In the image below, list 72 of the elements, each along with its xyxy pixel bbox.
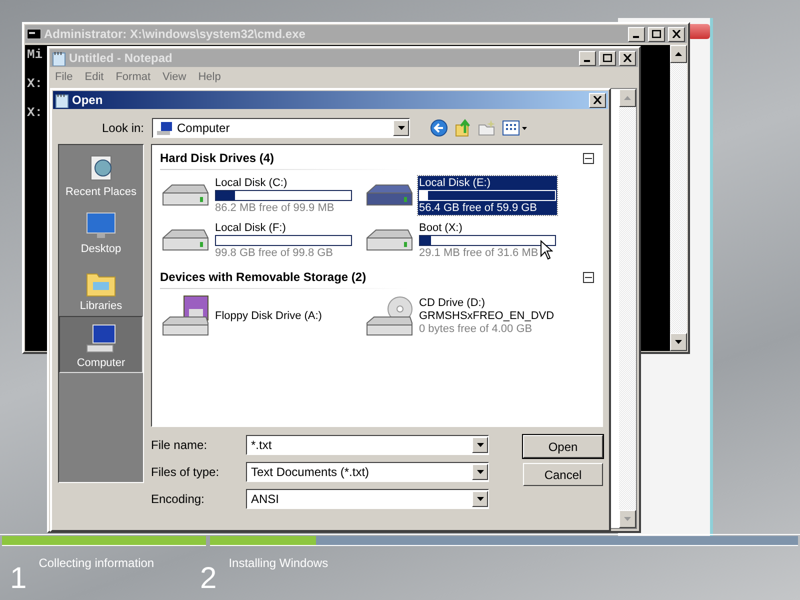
places-item[interactable]: Desktop: [59, 202, 143, 259]
close-icon: [623, 54, 632, 62]
look-in-dropdown[interactable]: Computer: [152, 118, 410, 138]
window-title: Untitled - Notepad: [69, 51, 174, 65]
close-button[interactable]: [589, 92, 606, 108]
notepad-icon: [52, 50, 66, 66]
down-arrow-icon: [476, 443, 484, 447]
places-item[interactable]: Recent Places: [59, 145, 143, 202]
group-header: Devices with Removable Storage (2): [160, 270, 366, 284]
floppy-drive-icon: [160, 295, 210, 337]
close-button[interactable]: [619, 50, 636, 66]
console-text: Mi: [27, 47, 43, 62]
collapse-icon[interactable]: [583, 152, 594, 164]
dropdown-field[interactable]: ANSI: [246, 489, 489, 509]
menu-item[interactable]: Help: [198, 71, 221, 83]
field-label: Encoding:: [151, 492, 206, 506]
console-text: X:: [27, 76, 43, 91]
collapse-icon[interactable]: [583, 272, 594, 282]
scrollbar[interactable]: [619, 89, 636, 528]
menu-item[interactable]: Format: [116, 71, 151, 83]
look-in-label: Look in:: [100, 121, 144, 135]
close-icon: [672, 30, 681, 38]
drive-item[interactable]: Local Disk (C:) 86.2 MB free of 99.9 MB: [214, 176, 353, 215]
group-header: Hard Disk Drives (4): [160, 151, 274, 165]
up-arrow-icon: [624, 96, 631, 100]
up-arrow-icon: [675, 52, 682, 56]
minimize-button[interactable]: [579, 50, 596, 66]
menu-item[interactable]: File: [55, 71, 73, 83]
maximize-button[interactable]: [599, 50, 616, 66]
down-arrow-icon: [624, 517, 631, 521]
maximize-button[interactable]: [648, 26, 665, 42]
close-icon: [593, 96, 602, 104]
minimize-button[interactable]: [628, 26, 645, 42]
close-button[interactable]: [668, 26, 685, 42]
field-label: Files of type:: [151, 465, 220, 479]
computer-icon: [157, 122, 173, 134]
step-number: 1: [10, 564, 27, 594]
dropdown-field[interactable]: *.txt: [246, 435, 489, 455]
drive-item[interactable]: Local Disk (E:) 56.4 GB free of 59.9 GB: [418, 176, 557, 215]
down-arrow-icon: [476, 497, 484, 501]
notepad-icon: [55, 92, 69, 108]
back-icon[interactable]: [430, 119, 448, 137]
drive-item[interactable]: Floppy Disk Drive (A:): [214, 309, 323, 323]
desktop-monitor-icon: [85, 211, 117, 241]
drive-item[interactable]: Local Disk (F:) 99.8 GB free of 99.8 GB: [214, 221, 353, 260]
menu-item[interactable]: View: [162, 71, 186, 83]
step-label: Installing Windows: [228, 556, 328, 572]
computer-icon: [85, 323, 117, 355]
step-label: Collecting information: [38, 556, 154, 572]
console-icon: [27, 29, 41, 39]
places-item[interactable]: Computer: [59, 316, 143, 373]
menu-item[interactable]: Edit: [84, 71, 104, 83]
maximize-icon: [652, 30, 661, 38]
down-arrow-icon: [675, 340, 682, 344]
maximize-icon: [603, 54, 612, 62]
down-arrow-icon: [476, 470, 484, 474]
cd-drive-icon: [364, 295, 414, 337]
dialog-title: Open: [72, 93, 104, 107]
view-menu-icon[interactable]: [502, 119, 528, 137]
dialog-button[interactable]: Cancel: [523, 463, 603, 486]
field-label: File name:: [151, 438, 208, 452]
scrollbar[interactable]: [670, 45, 687, 351]
mouse-cursor-icon: [540, 240, 553, 260]
places-item[interactable]: Libraries: [59, 259, 143, 316]
dialog-button[interactable]: Open: [523, 435, 603, 458]
down-arrow-icon: [398, 126, 404, 130]
dropdown-field[interactable]: Text Documents (*.txt): [246, 462, 489, 482]
step-number: 2: [200, 564, 217, 594]
drive-item[interactable]: Boot (X:) 29.1 MB free of 31.6 MB: [418, 221, 557, 260]
window-title: Administrator: X:\windows\system32\cmd.exe: [44, 27, 306, 41]
drive-item[interactable]: CD Drive (D:) GRMSHSxFREO_EN_DVD 0 bytes free of 4.00 GB: [418, 296, 556, 336]
console-text: X:: [27, 105, 43, 120]
